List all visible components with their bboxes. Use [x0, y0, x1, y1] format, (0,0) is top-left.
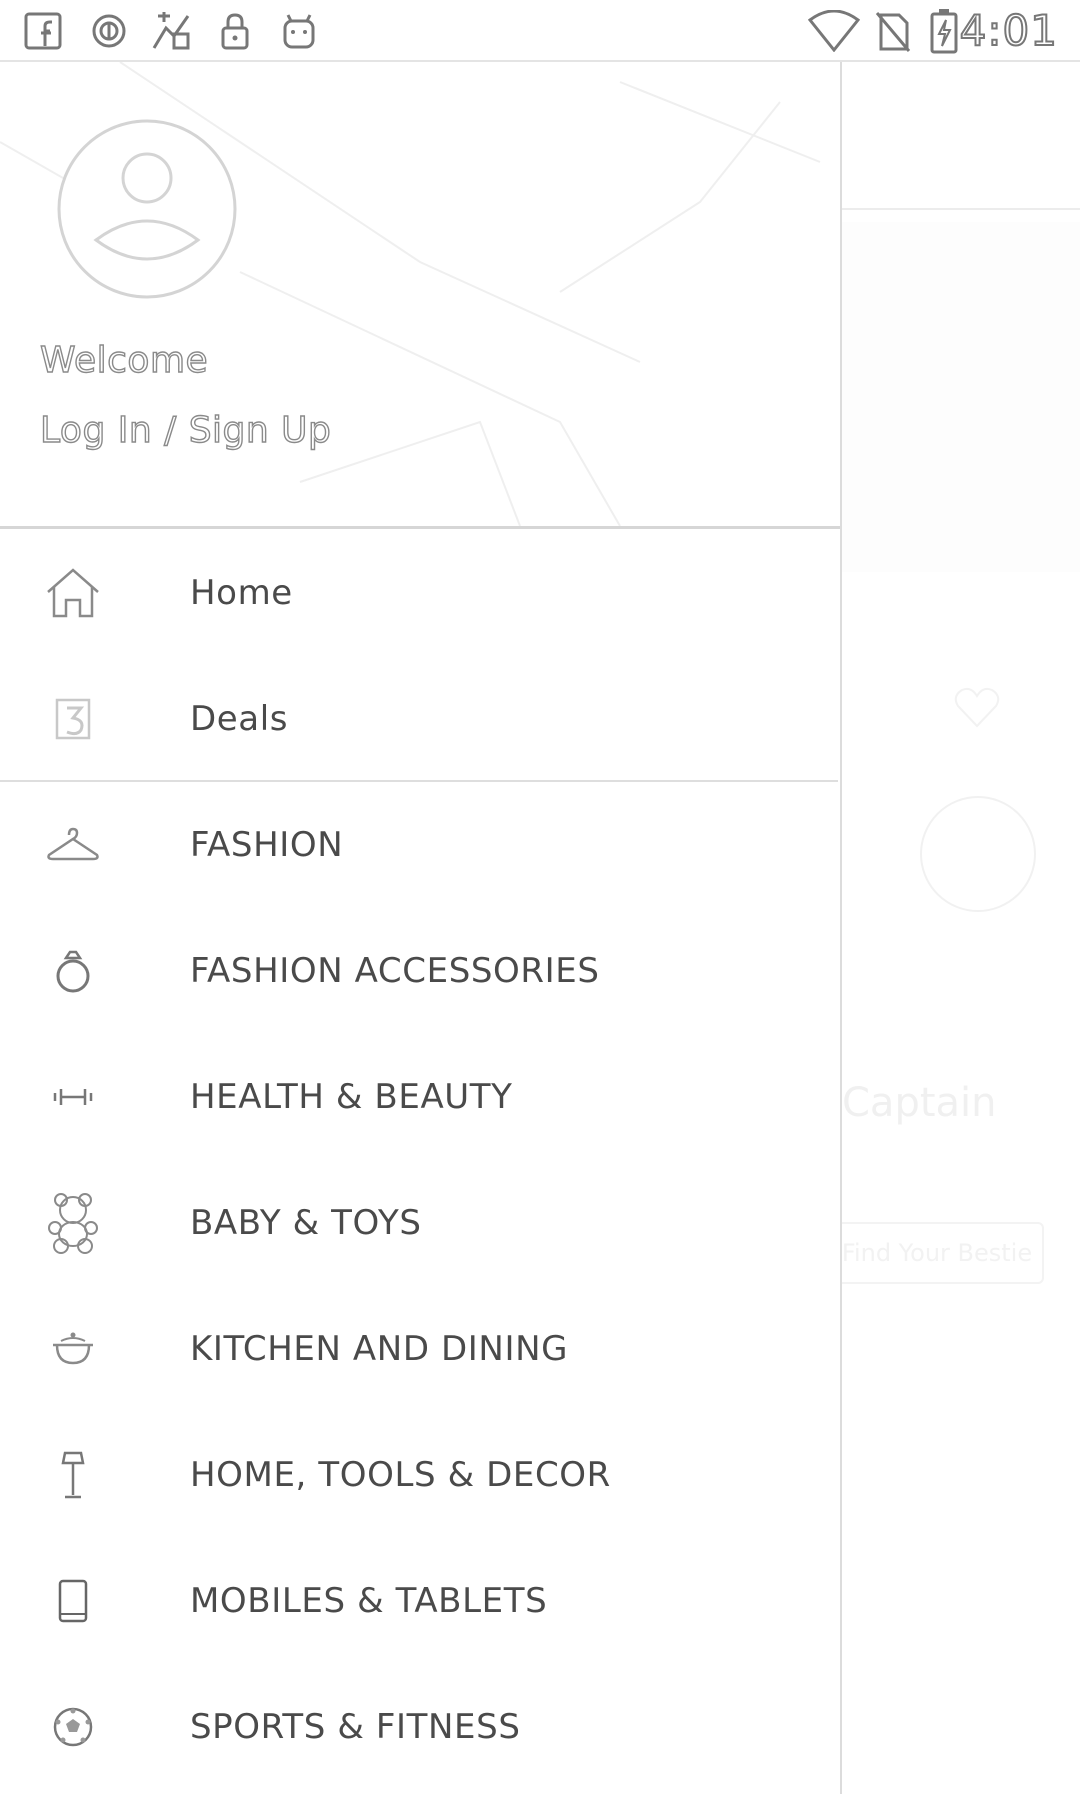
cooking-pot-icon — [40, 1316, 106, 1382]
android-icon — [276, 8, 322, 54]
heart-icon — [952, 682, 1002, 732]
dumbbell-icon — [40, 1064, 106, 1130]
hanger-icon — [40, 812, 106, 878]
background-toolbar — [842, 62, 1080, 210]
menu-item-sports-fitness[interactable]: SPORTS & FITNESS — [0, 1664, 840, 1790]
status-time: 4:01 — [959, 5, 1058, 56]
menu-item-home-tools-decor[interactable]: HOME, TOOLS & DECOR — [0, 1412, 840, 1538]
background-cart-circle — [920, 796, 1036, 912]
menu-label: HEALTH & BEAUTY — [190, 1077, 513, 1117]
football-icon — [40, 1694, 106, 1760]
background-app: Captain Find Your Bestie — [830, 62, 1080, 1794]
lock-icon — [212, 8, 258, 54]
deals-icon — [40, 686, 106, 752]
menu-item-fashion[interactable]: FASHION — [0, 782, 840, 908]
menu-label: Home — [190, 573, 293, 613]
background-text: Captain — [842, 1080, 997, 1126]
menu-label: BABY & TOYS — [190, 1203, 422, 1243]
menu-label: SPORTS & FITNESS — [190, 1707, 521, 1747]
facebook-icon — [20, 8, 66, 54]
circle-notification-icon — [86, 8, 132, 54]
menu-label: Deals — [190, 699, 289, 739]
header-divider — [0, 526, 840, 529]
ring-icon — [40, 938, 106, 1004]
menu-item-deals[interactable]: Deals — [0, 656, 840, 782]
avatar-icon[interactable] — [56, 118, 238, 300]
battery-charging-icon — [926, 8, 962, 54]
lamp-icon — [40, 1442, 106, 1508]
menu-label: HOME, TOOLS & DECOR — [190, 1455, 611, 1495]
app-notification-icon — [148, 8, 194, 54]
menu-label: FASHION — [190, 825, 344, 865]
menu-label: MOBILES & TABLETS — [190, 1581, 548, 1621]
background-card — [842, 222, 1080, 572]
menu-item-kitchen-dining[interactable]: KITCHEN AND DINING — [0, 1286, 840, 1412]
wifi-icon — [808, 8, 860, 54]
background-button: Find Your Bestie — [830, 1222, 1044, 1284]
status-bar: 4:01 — [0, 0, 1080, 62]
drawer-header: Welcome Log In / Sign Up — [0, 62, 840, 526]
menu-label: FASHION ACCESSORIES — [190, 951, 600, 991]
mobile-icon — [40, 1568, 106, 1634]
teddy-bear-icon — [40, 1190, 106, 1256]
app-screen: 4:01 Captain Find Your Bestie Welcome Lo… — [0, 0, 1080, 1794]
login-signup-link[interactable]: Log In / Sign Up — [39, 409, 331, 451]
menu-item-fashion-accessories[interactable]: FASHION ACCESSORIES — [0, 908, 840, 1034]
welcome-text: Welcome — [39, 339, 209, 381]
menu-item-baby-toys[interactable]: BABY & TOYS — [0, 1160, 840, 1286]
menu-label: KITCHEN AND DINING — [190, 1329, 569, 1369]
no-sim-icon — [870, 8, 916, 54]
home-icon — [40, 560, 106, 626]
navigation-drawer: Welcome Log In / Sign Up Home Deals FASH… — [0, 62, 842, 1794]
menu-item-health-beauty[interactable]: HEALTH & BEAUTY — [0, 1034, 840, 1160]
menu-item-mobiles-tablets[interactable]: MOBILES & TABLETS — [0, 1538, 840, 1664]
menu-item-home[interactable]: Home — [0, 530, 840, 656]
